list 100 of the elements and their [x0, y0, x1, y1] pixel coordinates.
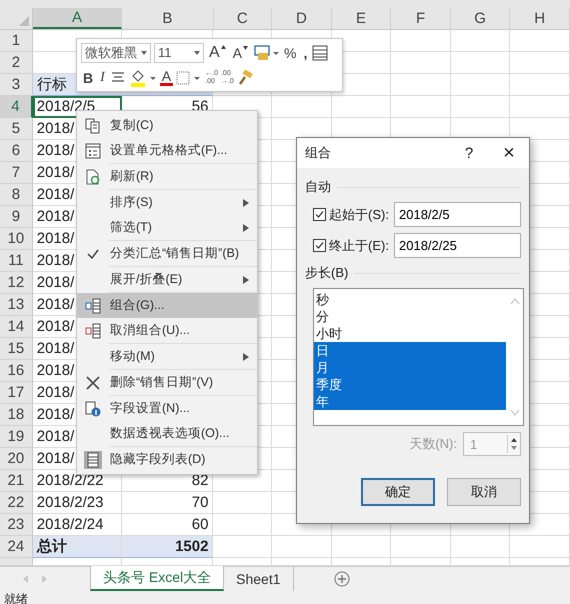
row-header[interactable]: 10: [0, 228, 33, 250]
group-label: 自动: [305, 178, 331, 196]
group-icon: [85, 298, 101, 314]
row-header[interactable]: 6: [0, 140, 33, 162]
dialog-button[interactable]: 取消: [447, 478, 521, 506]
row-header[interactable]: 16: [0, 360, 33, 382]
up-triangle-icon: [220, 44, 226, 48]
list-item[interactable]: 日: [314, 342, 506, 359]
menu-item[interactable]: 组合(G)...: [77, 293, 257, 318]
table-cell: [332, 96, 392, 118]
date-field[interactable]: 2018/2/5: [394, 202, 521, 227]
table-cell: [213, 514, 272, 536]
row-header[interactable]: 20: [0, 448, 33, 470]
field-settings-icon: [85, 400, 101, 416]
row-header[interactable]: 21: [0, 470, 33, 492]
checkbox[interactable]: [313, 208, 326, 221]
font-color-button[interactable]: A: [160, 69, 174, 86]
checkbox-label: 起始于(S):: [329, 206, 390, 224]
row-header[interactable]: 19: [0, 426, 33, 448]
submenu-arrow-icon: [243, 224, 249, 232]
dialog-button[interactable]: 确定: [361, 478, 435, 506]
dialog-title: 组合: [305, 144, 332, 162]
checkbox[interactable]: [313, 239, 326, 252]
table-icon[interactable]: [312, 44, 328, 60]
format-painter-icon[interactable]: [236, 70, 253, 86]
list-item[interactable]: 年: [314, 393, 506, 410]
list-item[interactable]: 秒: [314, 291, 506, 308]
column-header[interactable]: D: [272, 8, 332, 29]
percent-button[interactable]: %: [282, 46, 298, 60]
column-header[interactable]: B: [122, 8, 214, 29]
row-header[interactable]: 18: [0, 404, 33, 426]
format-cells-icon: [85, 142, 101, 158]
column-header[interactable]: E: [332, 8, 392, 29]
font-name-dropdown[interactable]: 微软雅黑: [81, 42, 151, 62]
column-header[interactable]: F: [391, 8, 451, 29]
table-cell: [391, 74, 451, 96]
table-cell: [332, 536, 392, 558]
table-cell: [391, 52, 451, 74]
table-cell: [510, 74, 570, 96]
grow-font-button[interactable]: A: [207, 44, 228, 60]
table-cell: [391, 536, 451, 558]
refresh-icon: [85, 168, 101, 184]
row-header[interactable]: 4: [0, 96, 33, 118]
row-header[interactable]: 11: [0, 250, 33, 272]
row-header[interactable]: 14: [0, 316, 33, 338]
add-sheet-icon[interactable]: [334, 571, 350, 587]
checkbox-label: 终止于(E):: [329, 236, 390, 254]
table-cell: 2018/2/23: [32, 492, 122, 514]
column-header[interactable]: A: [32, 8, 122, 29]
row-header[interactable]: 13: [0, 294, 33, 316]
group-label: 步长(B): [305, 264, 348, 282]
column-header[interactable]: C: [214, 8, 272, 29]
days-label: 天数(N):: [409, 435, 457, 453]
table-cell: [213, 536, 272, 558]
fill-color-icon[interactable]: [128, 68, 157, 86]
row-header[interactable]: 7: [0, 162, 33, 184]
field-list-icon: [84, 450, 102, 468]
triangle-icon: [16, 14, 29, 26]
total-value-cell: 1502: [122, 536, 214, 558]
close-button[interactable]: ×: [489, 140, 529, 166]
row-header[interactable]: 9: [0, 206, 33, 228]
row-header[interactable]: 2: [0, 52, 33, 74]
row-header[interactable]: 8: [0, 184, 33, 206]
list-item[interactable]: 小时: [314, 325, 506, 342]
table-cell: 70: [122, 492, 214, 514]
date-field[interactable]: 2018/2/25: [394, 233, 521, 258]
list-item[interactable]: 分: [314, 308, 506, 325]
delete-icon: [85, 374, 101, 390]
caret-icon: [194, 50, 200, 54]
row-header[interactable]: 12: [0, 272, 33, 294]
font-size-dropdown[interactable]: 11: [154, 42, 204, 62]
table-cell: [450, 52, 510, 74]
table-cell: [450, 74, 510, 96]
table-cell: [450, 536, 510, 558]
row-header[interactable]: 22: [0, 492, 33, 514]
table-cell: [510, 536, 570, 558]
comma-button[interactable]: ,: [301, 46, 310, 60]
table-cell: [510, 96, 570, 118]
row-header[interactable]: 23: [0, 514, 33, 536]
column-header[interactable]: H: [510, 8, 570, 29]
shrink-font-button[interactable]: A: [230, 46, 250, 60]
row-header[interactable]: 17: [0, 382, 33, 404]
list-item[interactable]: 月: [314, 359, 506, 376]
column-header[interactable]: G: [450, 8, 510, 29]
borders-icon[interactable]: [176, 70, 202, 86]
list-box[interactable]: 秒 分 小时 日 月 季度 年: [313, 288, 524, 426]
help-button[interactable]: ?: [449, 144, 489, 162]
row-header[interactable]: 5: [0, 118, 33, 140]
align-center-icon[interactable]: [110, 70, 126, 84]
copy-icon: [85, 118, 101, 134]
row-header[interactable]: 1: [0, 30, 33, 52]
total-label-cell: 总计: [32, 536, 122, 558]
list-item[interactable]: 季度: [314, 376, 506, 393]
number-format-icon[interactable]: [253, 44, 280, 62]
row-header[interactable]: 24: [0, 536, 33, 558]
ungroup-icon: [85, 322, 101, 338]
row-header[interactable]: 3: [0, 74, 33, 96]
sheet-tab[interactable]: 头条号 Excel大全: [90, 566, 224, 591]
row-header[interactable]: 15: [0, 338, 33, 360]
table-cell: [272, 536, 332, 558]
